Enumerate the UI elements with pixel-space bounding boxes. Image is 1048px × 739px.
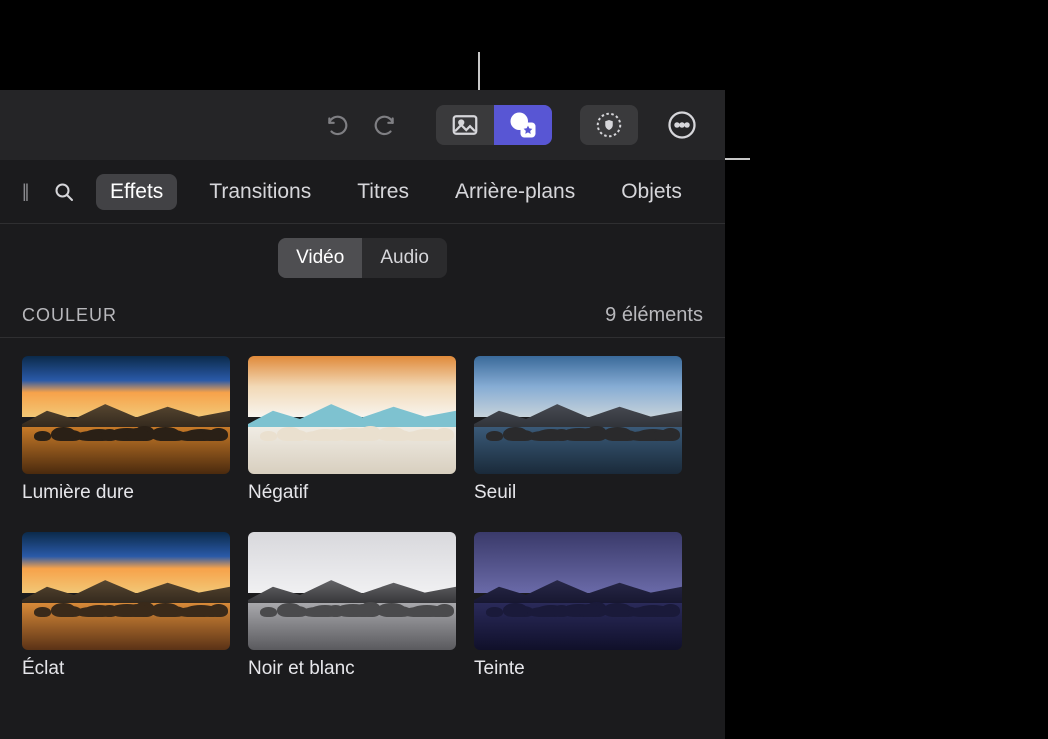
section-header: COULEUR 9 éléments — [0, 292, 725, 338]
effect-label: Teinte — [474, 658, 682, 680]
effect-card-glow[interactable]: Éclat — [22, 532, 230, 680]
effects-grid: Lumière dure Négatif Seuil — [0, 338, 725, 698]
effect-label: Noir et blanc — [248, 658, 456, 680]
tab-objects[interactable]: Objets — [607, 174, 696, 210]
effect-label: Négatif — [248, 482, 456, 504]
more-button[interactable] — [662, 105, 702, 145]
section-title: COULEUR — [22, 305, 117, 326]
effect-label: Lumière dure — [22, 482, 230, 504]
search-icon — [52, 180, 76, 204]
top-toolbar — [0, 90, 725, 160]
effect-card-bw[interactable]: Noir et blanc — [248, 532, 456, 680]
tab-effects[interactable]: Effets — [96, 174, 177, 210]
effects-browser-panel: || Effets Transitions Titres Arrière-pla… — [0, 90, 725, 739]
subcategory-row: Vidéo Audio — [0, 224, 725, 292]
tab-backgrounds[interactable]: Arrière-plans — [441, 174, 589, 210]
browser-mode-segment — [436, 105, 552, 145]
effect-card-hard-light[interactable]: Lumière dure — [22, 356, 230, 504]
media-type-segment: Vidéo Audio — [278, 238, 447, 278]
effect-card-tint[interactable]: Teinte — [474, 532, 682, 680]
effect-label: Seuil — [474, 482, 682, 504]
effects-browser-button[interactable] — [494, 105, 552, 145]
effect-thumbnail — [248, 532, 456, 650]
panel-drag-handle[interactable]: || — [22, 181, 36, 202]
subtab-audio[interactable]: Audio — [362, 238, 447, 278]
tab-transitions[interactable]: Transitions — [195, 174, 325, 210]
image-icon — [450, 110, 480, 140]
mask-button[interactable] — [580, 105, 638, 145]
tab-titles[interactable]: Titres — [343, 174, 423, 210]
effect-card-threshold[interactable]: Seuil — [474, 356, 682, 504]
effect-label: Éclat — [22, 658, 230, 680]
effect-thumbnail — [474, 532, 682, 650]
category-tab-row: || Effets Transitions Titres Arrière-pla… — [0, 160, 725, 224]
category-tabs: Effets Transitions Titres Arrière-plans … — [96, 174, 696, 210]
effect-thumbnail — [22, 532, 230, 650]
undo-button[interactable] — [320, 107, 356, 143]
effect-thumbnail — [474, 356, 682, 474]
subtab-video[interactable]: Vidéo — [278, 238, 362, 278]
search-button[interactable] — [48, 180, 80, 204]
redo-button[interactable] — [366, 107, 402, 143]
media-browser-button[interactable] — [436, 105, 494, 145]
ellipsis-circle-icon — [667, 110, 697, 140]
effect-card-negative[interactable]: Négatif — [248, 356, 456, 504]
effect-thumbnail — [248, 356, 456, 474]
dotted-shield-icon — [594, 110, 624, 140]
star-badge-icon — [508, 110, 538, 140]
effect-thumbnail — [22, 356, 230, 474]
section-count: 9 éléments — [605, 304, 703, 327]
